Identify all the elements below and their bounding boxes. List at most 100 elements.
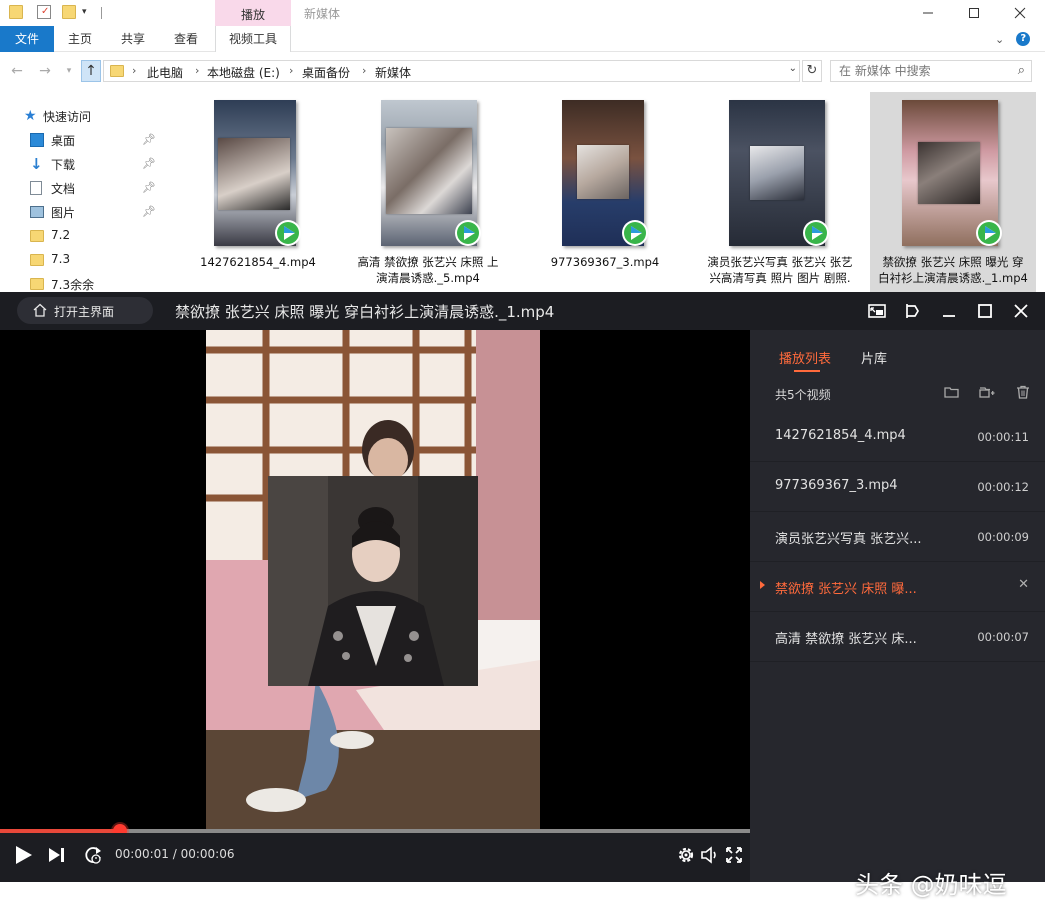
video-player-badge-icon	[976, 220, 1002, 246]
settings-gear-icon[interactable]	[675, 844, 697, 866]
folder-icon	[30, 230, 44, 242]
search-input[interactable]	[839, 63, 1009, 79]
maximize-button[interactable]	[951, 0, 997, 26]
watermark-text: 头条 @奶味逗	[855, 871, 1007, 899]
tab-home[interactable]: 主页	[54, 26, 106, 52]
close-icon[interactable]	[1010, 300, 1032, 322]
folder-icon	[30, 254, 44, 266]
playlist-item-duration: 00:00:09	[977, 530, 1029, 544]
search-icon[interactable]: ⌕	[1018, 63, 1025, 78]
tab-library[interactable]: 片库	[861, 348, 887, 367]
breadcrumb-desktop-backup[interactable]: 桌面备份	[302, 64, 350, 81]
remove-item-icon[interactable]: ✕	[1018, 577, 1029, 592]
expand-ribbon-icon[interactable]: ⌄	[995, 33, 1004, 46]
next-track-icon[interactable]	[46, 844, 68, 866]
recent-locations-icon[interactable]: ▾	[60, 62, 78, 80]
thumbnail-overlay-image	[386, 128, 472, 214]
nav-item-pictures[interactable]: 图片 📌︎	[0, 200, 160, 224]
current-time: 00:00:01	[115, 847, 169, 861]
back-icon[interactable]: ←	[8, 62, 26, 80]
navigation-pane: ★ 快速访问 桌面 📌︎ ↓ 下载 📌︎ 文档 📌︎ 图片 📌︎ 7.2 7.3…	[0, 100, 160, 292]
open-folder-icon[interactable]	[944, 384, 960, 400]
nav-item-label: 7.2	[51, 228, 71, 242]
playlist-item-active[interactable]: 禁欲撩 张艺兴 床照 曝... ✕	[750, 562, 1045, 612]
file-tile[interactable]: 977369367_3.mp4	[522, 92, 688, 292]
playlist-item-name: 1427621854_4.mp4	[775, 428, 906, 443]
refresh-icon[interactable]: ↻	[802, 60, 822, 82]
file-tile[interactable]: 高清 禁欲撩 张艺兴 床照 上演清晨诱惑._5.mp4	[345, 92, 511, 292]
nav-item-folder-7-3[interactable]: 7.3	[0, 248, 160, 272]
open-main-interface-button[interactable]: 打开主界面	[17, 297, 153, 324]
time-display: 00:00:01 / 00:00:06	[115, 847, 234, 861]
pin-icon[interactable]: 📌︎	[142, 133, 156, 146]
file-name: 977369367_3.mp4	[550, 255, 660, 269]
time-separator: /	[168, 847, 181, 861]
tab-view[interactable]: 查看	[160, 26, 212, 52]
chevron-down-icon[interactable]: ⌄	[789, 63, 797, 74]
file-name: 1427621854_4.mp4	[200, 255, 316, 269]
trash-icon[interactable]	[1015, 384, 1031, 400]
tab-file[interactable]: 文件	[0, 26, 54, 52]
forward-icon[interactable]: →	[36, 62, 54, 80]
play-icon[interactable]	[12, 844, 34, 866]
nav-item-label: 图片	[51, 206, 76, 220]
nav-item-label: 桌面	[51, 134, 76, 148]
ribbon-right-controls: ⌄ ?	[995, 30, 1035, 48]
video-count: 共5个视频	[775, 388, 831, 402]
video-player-badge-icon	[275, 220, 301, 246]
tab-playlist[interactable]: 播放列表	[779, 348, 831, 367]
thumbnail-overlay-image	[218, 138, 290, 210]
properties-icon[interactable]: ✓	[37, 5, 51, 19]
tab-video-tools[interactable]: 视频工具	[215, 26, 291, 52]
tab-share[interactable]: 共享	[106, 26, 160, 52]
add-folder-icon[interactable]	[979, 384, 995, 400]
nav-item-label: 快速访问	[43, 110, 92, 124]
playlist-item[interactable]: 1427621854_4.mp4 00:00:11	[750, 412, 1045, 462]
volume-icon[interactable]	[699, 844, 721, 866]
breadcrumb-new-media[interactable]: 新媒体	[375, 64, 411, 81]
playlist-item-duration: 00:00:12	[977, 480, 1029, 494]
nav-item-desktop[interactable]: 桌面 📌︎	[0, 128, 160, 152]
pin-icon[interactable]: 📌︎	[142, 205, 156, 218]
close-button[interactable]	[997, 0, 1043, 26]
new-folder-icon[interactable]	[62, 5, 76, 19]
search-box[interactable]: ⌕	[830, 60, 1032, 82]
playlist-item-name: 演员张艺兴写真 张艺兴...	[775, 532, 922, 547]
customize-toolbar-icon[interactable]: ▾	[82, 5, 96, 19]
nav-item-quick-access[interactable]: ★ 快速访问	[0, 104, 160, 128]
now-playing-arrow-icon	[760, 581, 765, 589]
address-box[interactable]: › 此电脑 › 本地磁盘 (E:) › 桌面备份 › 新媒体 ⌄	[103, 60, 800, 82]
pin-on-top-icon[interactable]	[901, 300, 923, 322]
up-arrow-icon[interactable]: ↑	[81, 60, 101, 82]
pin-icon[interactable]: 📌︎	[142, 181, 156, 194]
folder-icon	[9, 5, 23, 19]
nav-item-downloads[interactable]: ↓ 下载 📌︎	[0, 152, 160, 176]
mini-mode-icon[interactable]	[866, 300, 888, 322]
breadcrumb-separator: ›	[289, 64, 294, 77]
nav-item-folder-7-2[interactable]: 7.2	[0, 224, 160, 248]
file-tile[interactable]: 1427621854_4.mp4	[175, 92, 341, 292]
maximize-icon[interactable]	[974, 300, 996, 322]
file-tile[interactable]: 演员张艺兴写真 张艺兴 张艺 兴高清写真 照片 图片 剧照.	[697, 92, 863, 292]
playlist-item[interactable]: 演员张艺兴写真 张艺兴... 00:00:09	[750, 512, 1045, 562]
nav-item-label: 下载	[51, 158, 76, 172]
file-tile-selected[interactable]: 禁欲撩 张艺兴 床照 曝光 穿白衬衫上演清晨诱惑._1.mp4	[870, 92, 1036, 292]
minimize-icon[interactable]	[938, 300, 960, 322]
playlist-item[interactable]: 977369367_3.mp4 00:00:12	[750, 462, 1045, 512]
breadcrumb-drive[interactable]: 本地磁盘 (E:)	[207, 64, 280, 81]
file-list: 1427621854_4.mp4 高清 禁欲撩 张艺兴 床照 上演清晨诱惑._5…	[165, 92, 1045, 292]
loop-mode-icon[interactable]	[82, 844, 104, 866]
open-main-interface-label: 打开主界面	[54, 305, 115, 319]
breadcrumb-this-pc[interactable]: 此电脑	[147, 64, 183, 81]
minimize-button[interactable]	[905, 0, 951, 26]
context-tab-group: 播放	[215, 0, 291, 26]
nav-item-documents[interactable]: 文档 📌︎	[0, 176, 160, 200]
help-icon[interactable]: ?	[1016, 32, 1031, 46]
playlist-item[interactable]: 高清 禁欲撩 张艺兴 床... 00:00:07	[750, 612, 1045, 662]
video-canvas[interactable]	[0, 330, 750, 830]
pin-icon[interactable]: 📌︎	[142, 157, 156, 170]
nav-item-label: 文档	[51, 182, 76, 196]
file-explorer-window: ✓ ▾ 播放 新媒体 文件 主页 共享 查看 视频工具 ⌄ ? ← → ▾ ↑ …	[0, 0, 1045, 292]
fullscreen-icon[interactable]	[723, 844, 745, 866]
player-title: 禁欲撩 张艺兴 床照 曝光 穿白衬衫上演清晨诱惑._1.mp4	[175, 303, 555, 321]
